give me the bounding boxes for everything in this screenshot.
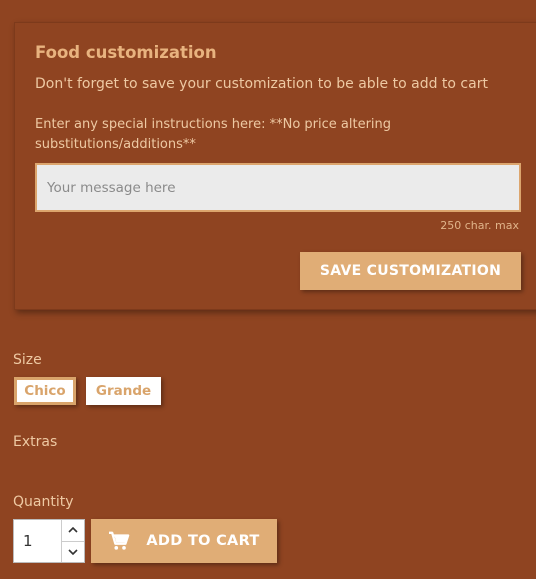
quantity-stepper	[13, 519, 85, 563]
quantity-label: Quantity	[13, 494, 74, 510]
add-to-cart-button[interactable]: ADD TO CART	[91, 519, 277, 563]
size-option-chico[interactable]: Chico	[14, 377, 76, 405]
size-label: Size	[13, 352, 42, 368]
quantity-increment-button[interactable]	[62, 520, 84, 541]
customization-title: Food customization	[35, 43, 217, 62]
customization-panel: Food customization Don't forget to save …	[14, 22, 536, 310]
chevron-down-icon	[68, 549, 78, 555]
size-option-grande[interactable]: Grande	[86, 377, 161, 405]
chevron-up-icon	[68, 527, 78, 533]
message-input[interactable]	[35, 163, 521, 212]
cart-icon	[108, 531, 130, 551]
save-customization-button[interactable]: SAVE CUSTOMIZATION	[300, 252, 521, 290]
extras-label: Extras	[13, 434, 58, 450]
quantity-decrement-button[interactable]	[62, 540, 84, 563]
char-limit-hint: 250 char. max	[440, 219, 519, 232]
customization-subtitle: Don't forget to save your customization …	[35, 76, 488, 92]
add-to-cart-label: ADD TO CART	[146, 533, 260, 549]
special-instructions-label: Enter any special instructions here: **N…	[35, 117, 392, 152]
quantity-input[interactable]	[14, 520, 62, 562]
quantity-arrows	[62, 520, 84, 562]
